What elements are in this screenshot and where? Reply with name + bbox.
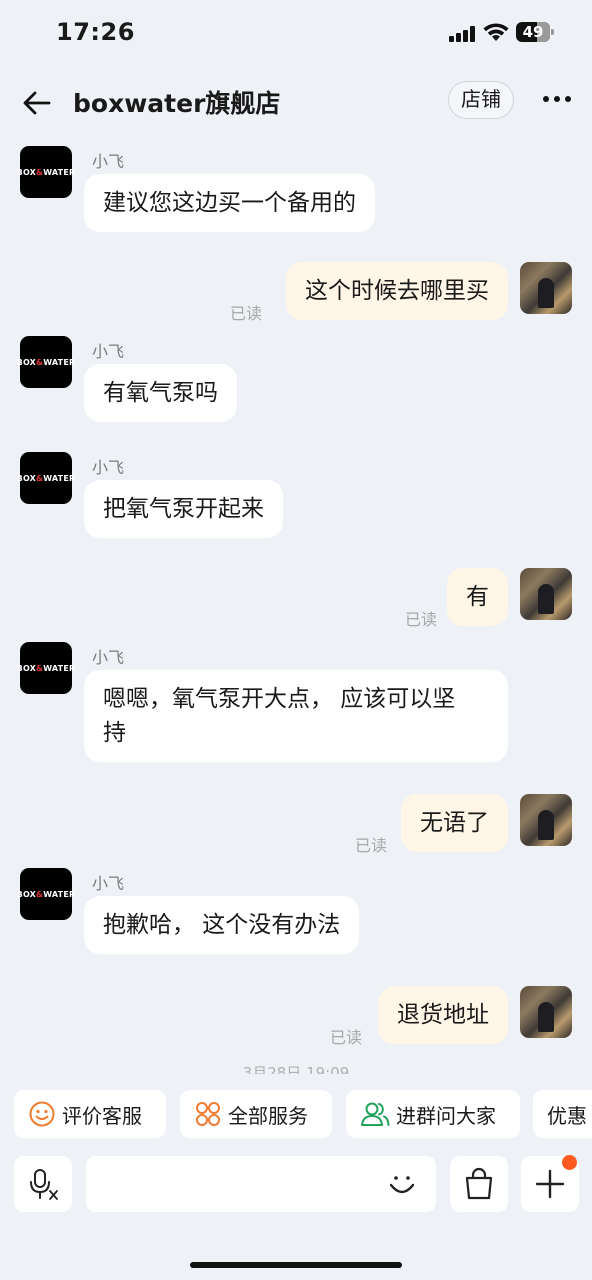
- chip-label: 进群问大家: [396, 1103, 496, 1128]
- message-bubble[interactable]: 退货地址: [378, 986, 508, 1044]
- read-receipt: 已读: [404, 610, 437, 629]
- more-icon[interactable]: [541, 96, 573, 104]
- message-bubble[interactable]: 抱歉哈， 这个没有办法: [84, 896, 360, 954]
- read-receipt: 已读: [229, 304, 262, 323]
- chat-header: boxwater旗舰店 店铺: [0, 70, 592, 132]
- message-bubble[interactable]: 建议您这边买一个备用的: [84, 174, 375, 232]
- read-receipt: 已读: [329, 1028, 362, 1047]
- back-arrow-icon[interactable]: [22, 88, 52, 118]
- status-time: 17:26: [56, 18, 135, 46]
- chip-label: 全部服务: [228, 1103, 308, 1128]
- shop-avatar[interactable]: BOX & WATER: [17, 452, 75, 504]
- smile-icon: [29, 1101, 55, 1127]
- sender-name: 小飞: [92, 458, 125, 477]
- all-services-chip[interactable]: 全部服务: [180, 1090, 332, 1138]
- sender-name: 小飞: [92, 648, 125, 667]
- chip-label: 优惠: [547, 1103, 587, 1128]
- emoji-icon[interactable]: [386, 1168, 418, 1200]
- shop-avatar[interactable]: BOX & WATER: [17, 642, 75, 694]
- microphone-translate-icon: [30, 1169, 58, 1200]
- signal-icon: [449, 26, 475, 42]
- shop-title[interactable]: boxwater旗舰店: [73, 84, 280, 120]
- user-avatar[interactable]: [520, 568, 572, 620]
- shop-avatar[interactable]: BOX & WATER: [17, 336, 75, 388]
- group-icon: [361, 1102, 390, 1126]
- input-bar: [0, 1156, 592, 1212]
- quick-action-bar: 评价客服 全部服务 进群问大家 优惠: [0, 1090, 592, 1138]
- user-avatar[interactable]: [520, 262, 572, 314]
- rate-service-chip[interactable]: 评价客服: [14, 1090, 166, 1138]
- notification-dot: [562, 1155, 577, 1170]
- message-timestamp: 3月28日 19:09: [242, 1064, 350, 1074]
- user-avatar[interactable]: [520, 986, 572, 1038]
- message-bubble[interactable]: 嗯嗯，氧气泵开大点， 应该可以坚 持: [84, 670, 508, 762]
- join-group-chip[interactable]: 进群问大家: [346, 1090, 520, 1138]
- sender-name: 小飞: [92, 152, 125, 171]
- shop-avatar[interactable]: BOX & WATER: [17, 868, 75, 920]
- wifi-icon: [483, 23, 509, 41]
- read-receipt: 已读: [354, 836, 387, 855]
- message-bubble[interactable]: 这个时候去哪里买: [286, 262, 508, 320]
- grid-icon: [196, 1102, 220, 1126]
- user-avatar[interactable]: [520, 794, 572, 846]
- message-bubble[interactable]: 把氧气泵开起来: [84, 480, 283, 538]
- battery-level: 49: [522, 23, 544, 41]
- message-bubble[interactable]: 无语了: [401, 794, 508, 852]
- message-bubble[interactable]: 有: [447, 568, 508, 626]
- shopping-bag-icon: [465, 1167, 493, 1200]
- voice-input-button[interactable]: [14, 1156, 72, 1212]
- sender-name: 小飞: [92, 342, 125, 361]
- status-bar: 17:26 49: [0, 0, 592, 70]
- chip-label: 评价客服: [62, 1103, 142, 1128]
- discount-chip[interactable]: 优惠: [533, 1090, 592, 1138]
- message-bubble[interactable]: 有氧气泵吗: [84, 364, 237, 422]
- home-indicator: [190, 1262, 402, 1268]
- shopping-bag-button[interactable]: [450, 1156, 508, 1212]
- store-button[interactable]: 店铺: [448, 81, 514, 119]
- chat-message-list[interactable]: BOX & WATER 小飞 建议您这边买一个备用的 已读 这个时候去哪里买 BOX…: [0, 132, 592, 1074]
- battery-icon: 49: [516, 22, 554, 42]
- message-input[interactable]: [86, 1156, 436, 1212]
- shop-avatar[interactable]: BOX & WATER: [17, 146, 75, 198]
- sender-name: 小飞: [92, 874, 125, 893]
- plus-icon: [535, 1169, 565, 1199]
